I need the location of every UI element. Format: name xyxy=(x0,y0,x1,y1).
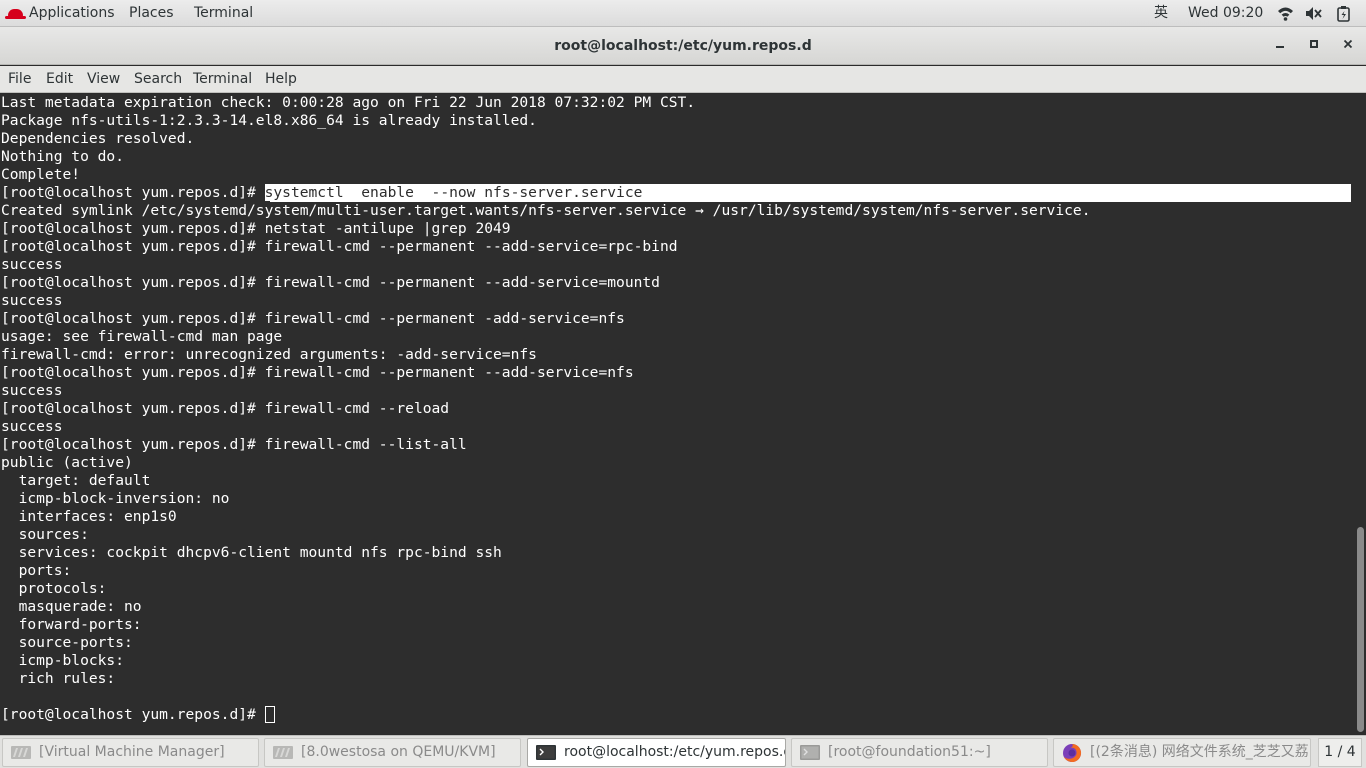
terminal-line: [root@localhost yum.repos.d]# firewall-c… xyxy=(1,238,678,255)
task-qemu-kvm[interactable]: [8.0westosa on QEMU/KVM] xyxy=(264,738,521,767)
wifi-icon[interactable] xyxy=(1277,5,1294,22)
terminal-line-highlighted: [root@localhost yum.repos.d]# systemctl … xyxy=(1,184,643,202)
maximize-icon xyxy=(1310,40,1318,48)
terminal-line: ports: xyxy=(1,562,81,579)
terminal-line: interfaces: enp1s0 xyxy=(1,508,177,525)
terminal-line: target: default xyxy=(1,472,151,489)
firefox-icon xyxy=(1063,743,1082,762)
terminal-line: protocols: xyxy=(1,580,116,597)
terminal-line: firewall-cmd: error: unrecognized argume… xyxy=(1,346,537,363)
terminal-prompt-line[interactable]: [root@localhost yum.repos.d]# xyxy=(1,706,275,724)
workspace-pager[interactable]: 1 / 4 xyxy=(1318,738,1362,767)
terminal-line: [root@localhost yum.repos.d]# firewall-c… xyxy=(1,310,625,327)
terminal-line: usage: see firewall-cmd man page xyxy=(1,328,283,345)
virt-manager-icon xyxy=(11,746,31,759)
menu-file[interactable]: File xyxy=(8,66,31,92)
volume-muted-icon[interactable] xyxy=(1305,5,1322,22)
terminal-line: [root@localhost yum.repos.d]# firewall-c… xyxy=(1,400,450,417)
terminal-output[interactable]: Last metadata expiration check: 0:00:28 … xyxy=(0,94,1356,734)
terminal-line: forward-ports: xyxy=(1,616,151,633)
task-label: [root@foundation51:~] xyxy=(828,744,991,760)
terminal-line: masquerade: no xyxy=(1,598,142,615)
window-title: root@localhost:/etc/yum.repos.d xyxy=(554,38,812,54)
terminal-line: success xyxy=(1,418,63,435)
terminal-line: Last metadata expiration check: 0:00:28 … xyxy=(1,94,696,111)
terminal-line: public (active) xyxy=(1,454,133,471)
terminal-line: success xyxy=(1,256,63,273)
terminal-line: rich rules: xyxy=(1,670,125,687)
terminal-line: [root@localhost yum.repos.d]# netstat -a… xyxy=(1,220,511,237)
places-menu[interactable]: Places xyxy=(129,0,174,27)
terminal-line: [root@localhost yum.repos.d]# firewall-c… xyxy=(1,436,467,453)
terminal-icon xyxy=(800,745,820,760)
prompt: [root@localhost yum.repos.d]# xyxy=(1,184,265,201)
window-list-taskbar: [Virtual Machine Manager] [8.0westosa on… xyxy=(0,735,1366,768)
terminal-menubar: File Edit View Search Terminal Help xyxy=(0,66,1366,93)
minimize-button[interactable] xyxy=(1269,35,1291,57)
menu-help[interactable]: Help xyxy=(265,66,297,92)
task-firefox[interactable]: [(2条消息) 网络文件系统_芝芝又荔... xyxy=(1053,738,1311,767)
terminal-app-menu[interactable]: Terminal xyxy=(194,0,253,27)
input-method-indicator[interactable]: 英 xyxy=(1154,0,1168,27)
text-cursor xyxy=(264,706,275,723)
window-titlebar[interactable]: root@localhost:/etc/yum.repos.d xyxy=(0,27,1366,65)
power-menu-icon[interactable] xyxy=(1335,5,1352,22)
menu-edit[interactable]: Edit xyxy=(46,66,73,92)
terminal-line: Complete! xyxy=(1,166,81,183)
applications-label: Applications xyxy=(29,5,115,21)
selected-command: systemctl enable --now nfs-server.servic… xyxy=(264,184,643,201)
terminal-icon xyxy=(536,745,556,760)
close-icon xyxy=(1343,39,1353,49)
terminal-line: icmp-blocks: xyxy=(1,652,133,669)
terminal-line: success xyxy=(1,292,63,309)
menu-terminal[interactable]: Terminal xyxy=(193,66,252,92)
terminal-line: success xyxy=(1,382,63,399)
virt-manager-icon xyxy=(273,746,293,759)
redhat-logo-icon xyxy=(5,9,26,19)
task-terminal-active[interactable]: root@localhost:/etc/yum.repos.d xyxy=(527,738,786,767)
terminal-line: sources: xyxy=(1,526,98,543)
task-label: [Virtual Machine Manager] xyxy=(39,744,225,760)
terminal-line: Nothing to do. xyxy=(1,148,125,165)
terminal-line: Package nfs-utils-1:2.3.3-14.el8.x86_64 … xyxy=(1,112,537,129)
top-panel: Applications Places Terminal 英 Wed 09:20 xyxy=(0,0,1366,27)
task-virtual-machine-manager[interactable]: [Virtual Machine Manager] xyxy=(2,738,259,767)
task-label: root@localhost:/etc/yum.repos.d xyxy=(564,744,786,760)
terminal-line: [root@localhost yum.repos.d]# firewall-c… xyxy=(1,274,660,291)
terminal-line: icmp-block-inversion: no xyxy=(1,490,230,507)
task-foundation-terminal[interactable]: [root@foundation51:~] xyxy=(791,738,1048,767)
applications-menu[interactable]: Applications xyxy=(5,0,115,27)
clock[interactable]: Wed 09:20 xyxy=(1188,0,1263,27)
minimize-icon xyxy=(1276,46,1284,48)
close-button[interactable] xyxy=(1337,35,1359,57)
terminal-line: [root@localhost yum.repos.d]# firewall-c… xyxy=(1,364,634,381)
scrollbar-thumb[interactable] xyxy=(1357,527,1364,732)
terminal-line: source-ports: xyxy=(1,634,142,651)
menu-search[interactable]: Search xyxy=(134,66,182,92)
menu-view[interactable]: View xyxy=(87,66,120,92)
terminal-line: services: cockpit dhcpv6-client mountd n… xyxy=(1,544,502,561)
task-label: [(2条消息) 网络文件系统_芝芝又荔... xyxy=(1090,744,1311,760)
prompt: [root@localhost yum.repos.d]# xyxy=(1,706,265,723)
maximize-button[interactable] xyxy=(1303,35,1325,57)
task-label: [8.0westosa on QEMU/KVM] xyxy=(301,744,496,760)
terminal-line: Dependencies resolved. xyxy=(1,130,195,147)
terminal-line: Created symlink /etc/systemd/system/mult… xyxy=(1,202,1091,219)
